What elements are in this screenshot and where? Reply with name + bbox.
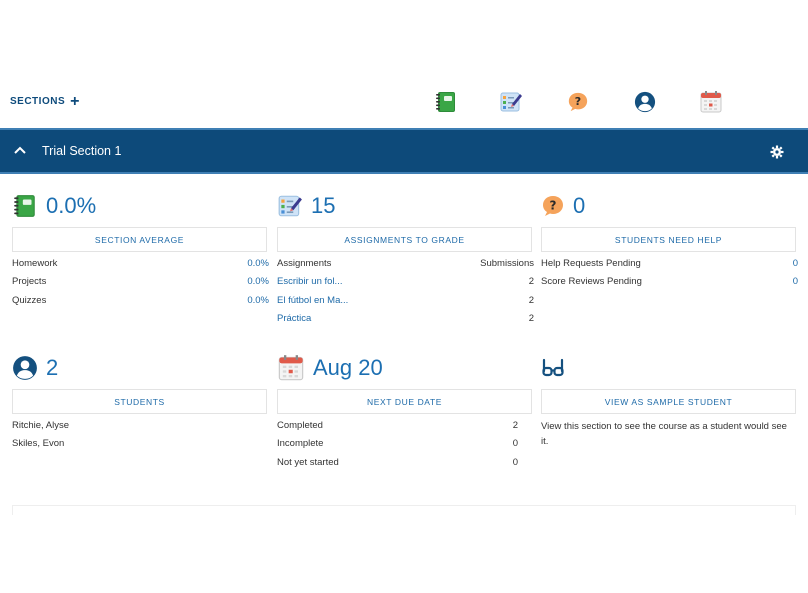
row-label: Homework	[12, 258, 58, 269]
sections-add-button[interactable]: SECTIONS +	[10, 92, 80, 110]
calendar-icon	[277, 354, 305, 382]
student-icon	[12, 355, 38, 381]
section-average-button[interactable]: SECTION AVERAGE	[12, 227, 267, 252]
section-average-panel: 0.0% SECTION AVERAGE Homework 0.0% Projec…	[12, 190, 269, 310]
list-item: Ritchie, Alyse	[12, 417, 269, 435]
next-due-date-value: Aug 20	[313, 355, 383, 380]
submission-count: 2	[528, 294, 534, 306]
list-item: Homework 0.0%	[12, 255, 269, 273]
submission-count: 2	[528, 276, 534, 288]
assignment-link[interactable]: Escribir un fol...	[277, 273, 342, 291]
row-label: Help Requests Pending	[541, 258, 641, 269]
table-row: El fútbol en Ma... 2	[277, 292, 534, 310]
list-item: Projects 0.0%	[12, 273, 269, 291]
section-title: Trial Section 1	[42, 144, 122, 158]
row-value: 0.0%	[247, 294, 269, 306]
table-row: Escribir un fol... 2	[277, 273, 534, 291]
assignments-to-grade-icon	[277, 193, 303, 219]
row-value: 2	[512, 420, 518, 431]
row-value: 0	[792, 258, 798, 269]
list-item: Help Requests Pending 0	[541, 255, 798, 273]
plus-icon: +	[70, 92, 80, 110]
list-item: Quizzes 0.0%	[12, 292, 269, 310]
row-value: 0	[792, 276, 798, 288]
top-toolbar: SECTIONS +	[0, 86, 808, 122]
assignments-to-grade-button[interactable]: ASSIGNMENTS TO GRADE	[277, 227, 532, 252]
row-value: 0	[512, 456, 518, 468]
row-label: Not yet started	[277, 456, 339, 468]
list-item: Skiles, Evon	[12, 435, 269, 453]
sections-label: SECTIONS	[10, 96, 66, 107]
section-average-value: 0.0%	[46, 193, 97, 218]
list-item: Not yet started 0	[277, 454, 518, 472]
assignment-link[interactable]: Práctica	[277, 310, 311, 328]
chevron-up-icon[interactable]	[13, 143, 27, 157]
assignments-to-grade-panel: 15 ASSIGNMENTS TO GRADE Assignments Submi…	[277, 190, 534, 328]
assignment-link[interactable]: El fútbol en Ma...	[277, 292, 348, 310]
glasses-icon	[541, 356, 565, 380]
list-item: Incomplete 0	[277, 435, 518, 453]
assignments-to-grade-icon[interactable]	[498, 89, 524, 115]
next-due-date-panel: Aug 20 NEXT DUE DATE Completed 2 Incomple…	[277, 352, 534, 472]
row-label: Completed	[277, 420, 323, 431]
gradebook-icon	[12, 193, 38, 219]
row-label: Incomplete	[277, 438, 324, 450]
student-name: Ritchie, Alyse	[12, 420, 70, 431]
assignments-to-grade-value: 15	[311, 193, 336, 218]
table-row: Práctica 2	[277, 310, 534, 328]
list-item: Completed 2	[277, 417, 518, 435]
list-item: Score Reviews Pending 0	[541, 273, 798, 291]
divider	[12, 505, 796, 515]
row-label: Score Reviews Pending	[541, 276, 642, 288]
sample-student-description: View this section to see the course as a…	[541, 421, 787, 447]
students-button[interactable]: STUDENTS	[12, 389, 267, 414]
row-value: 0.0%	[247, 258, 269, 269]
gear-icon[interactable]	[770, 145, 784, 159]
column-header: Assignments	[277, 258, 332, 269]
section-header: Trial Section 1	[0, 128, 808, 174]
table-header: Assignments Submissions	[277, 255, 534, 273]
row-label: Quizzes	[12, 294, 47, 306]
view-as-sample-student-button[interactable]: VIEW AS SAMPLE STUDENT	[541, 389, 796, 414]
students-count: 2	[46, 355, 59, 380]
students-panel: 2 STUDENTS Ritchie, Alyse Skiles, Evon	[12, 352, 269, 454]
next-due-date-button[interactable]: NEXT DUE DATE	[277, 389, 532, 414]
row-label: Projects	[12, 276, 47, 288]
row-value: 0	[512, 438, 518, 450]
calendar-icon[interactable]	[698, 89, 724, 115]
students-need-help-value: 0	[573, 193, 586, 218]
gradebook-icon[interactable]	[433, 89, 459, 115]
help-icon	[541, 194, 565, 218]
row-value: 0.0%	[247, 276, 269, 288]
submission-count: 2	[528, 312, 534, 324]
column-header: Submissions	[480, 258, 534, 269]
student-icon[interactable]	[632, 89, 658, 115]
help-icon[interactable]	[565, 89, 591, 115]
sample-student-panel: VIEW AS SAMPLE STUDENT View this section…	[541, 352, 798, 449]
student-name: Skiles, Evon	[12, 438, 65, 450]
students-need-help-panel: 0 STUDENTS NEED HELP Help Requests Pendi…	[541, 190, 798, 292]
students-need-help-button[interactable]: STUDENTS NEED HELP	[541, 227, 796, 252]
